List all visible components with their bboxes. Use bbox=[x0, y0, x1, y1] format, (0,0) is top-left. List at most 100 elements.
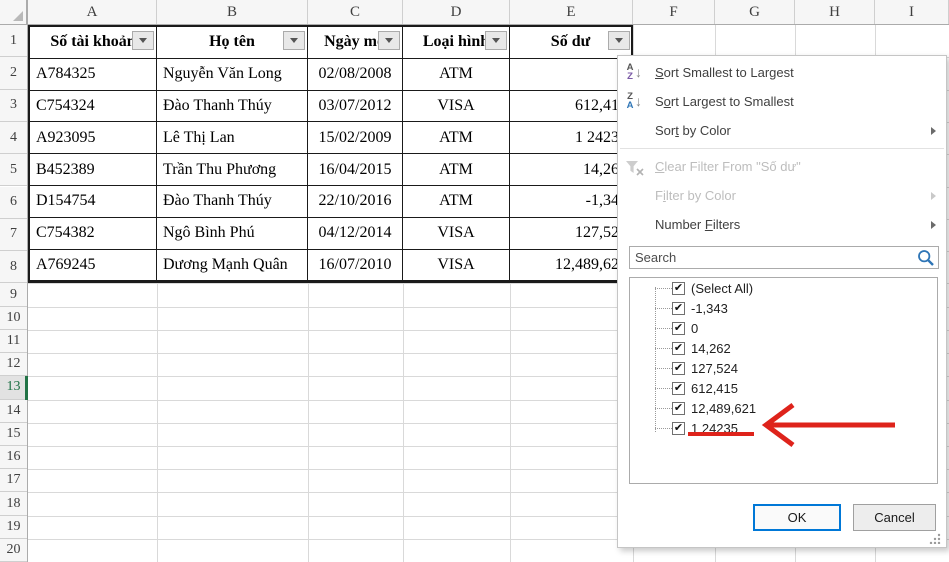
column-header-C[interactable]: C bbox=[308, 0, 403, 24]
table-cell[interactable]: Lê Thị Lan bbox=[157, 122, 308, 154]
no bbox=[625, 186, 649, 205]
table-cell[interactable]: 15/02/2009 bbox=[308, 122, 403, 154]
row-header-1[interactable]: 1 bbox=[0, 25, 27, 57]
row-header-8[interactable]: 8 bbox=[0, 251, 27, 283]
table-cell[interactable]: 03/07/2012 bbox=[308, 91, 403, 123]
table-cell[interactable]: 04/12/2014 bbox=[308, 218, 403, 250]
column-header-A[interactable]: A bbox=[28, 0, 157, 24]
spreadsheet-window: ABCDEFGHI 123456789101112131415161718192… bbox=[0, 0, 949, 562]
table-cell[interactable]: 22/10/2016 bbox=[308, 186, 403, 218]
filter-value-checkbox[interactable] bbox=[672, 322, 685, 335]
filter-value-checkbox[interactable] bbox=[672, 342, 685, 355]
menu-item-sort-by-color[interactable]: Sort by Color bbox=[618, 116, 946, 145]
table-cell[interactable]: ATM bbox=[403, 186, 510, 218]
row-header-13[interactable]: 13 bbox=[0, 376, 27, 399]
row-header-19[interactable]: 19 bbox=[0, 516, 27, 539]
filter-value-item[interactable]: -1,343 bbox=[630, 298, 937, 318]
filter-value-item[interactable]: 14,262 bbox=[630, 338, 937, 358]
table-cell[interactable]: Dương Mạnh Quân bbox=[157, 250, 308, 282]
table-cell[interactable]: VISA bbox=[403, 91, 510, 123]
table-cell[interactable]: ATM bbox=[403, 59, 510, 91]
table-cell[interactable]: 1 24235 bbox=[510, 122, 631, 154]
table-cell[interactable]: A784325 bbox=[30, 59, 157, 91]
table-cell[interactable]: D154754 bbox=[30, 186, 157, 218]
filter-value-item[interactable]: (Select All) bbox=[630, 278, 937, 298]
table-cell[interactable]: 16/04/2015 bbox=[308, 154, 403, 186]
table-cell[interactable]: 14,262 bbox=[510, 154, 631, 186]
filter-value-item[interactable]: 0 bbox=[630, 318, 937, 338]
column-header-E[interactable]: E bbox=[510, 0, 633, 24]
table-cell[interactable]: -1,343 bbox=[510, 186, 631, 218]
menu-item-label: Sort by Color bbox=[655, 123, 731, 138]
table-cell[interactable]: 612,415 bbox=[510, 91, 631, 123]
table-cell[interactable]: ATM bbox=[403, 122, 510, 154]
table-cell[interactable]: VISA bbox=[403, 218, 510, 250]
table-cell[interactable]: 02/08/2008 bbox=[308, 59, 403, 91]
search-box bbox=[629, 246, 939, 269]
filter-value-item[interactable]: 127,524 bbox=[630, 358, 937, 378]
search-icon[interactable] bbox=[917, 249, 935, 267]
row-header-6[interactable]: 6 bbox=[0, 187, 27, 219]
menu-item-sort-smallest-to-largest[interactable]: AZ↓Sort Smallest to Largest bbox=[618, 58, 946, 87]
row-header-11[interactable]: 11 bbox=[0, 330, 27, 353]
row-header-7[interactable]: 7 bbox=[0, 219, 27, 251]
table-cell[interactable]: 127,524 bbox=[510, 218, 631, 250]
row-header-9[interactable]: 9 bbox=[0, 283, 27, 306]
column-header-G[interactable]: G bbox=[715, 0, 795, 24]
resize-grip[interactable] bbox=[928, 533, 942, 544]
column-header-F[interactable]: F bbox=[633, 0, 715, 24]
menu-item-filter-by-color: Filter by Color bbox=[618, 181, 946, 210]
filter-value-checkbox[interactable] bbox=[672, 382, 685, 395]
row-header-10[interactable]: 10 bbox=[0, 307, 27, 330]
table-cell[interactable]: B452389 bbox=[30, 154, 157, 186]
filter-value-item[interactable]: 612,415 bbox=[630, 378, 937, 398]
row-header-5[interactable]: 5 bbox=[0, 154, 27, 186]
table-cell[interactable]: A923095 bbox=[30, 122, 157, 154]
select-all-corner-button[interactable] bbox=[0, 0, 27, 24]
row-header-18[interactable]: 18 bbox=[0, 492, 27, 515]
ok-button[interactable]: OK bbox=[753, 504, 841, 531]
filter-value-checkbox[interactable] bbox=[672, 362, 685, 375]
row-header-4[interactable]: 4 bbox=[0, 122, 27, 154]
table-cell[interactable]: 12,489,621 bbox=[510, 250, 631, 282]
cancel-button[interactable]: Cancel bbox=[853, 504, 936, 531]
table-cell[interactable]: 0 bbox=[510, 59, 631, 91]
row-header-16[interactable]: 16 bbox=[0, 446, 27, 469]
filter-value-checkbox[interactable] bbox=[672, 422, 685, 435]
search-input[interactable] bbox=[630, 247, 919, 268]
filter-value-checkbox[interactable] bbox=[672, 302, 685, 315]
table-cell[interactable]: Đào Thanh Thúy bbox=[157, 91, 308, 123]
column-header-H[interactable]: H bbox=[795, 0, 875, 24]
filter-dropdown-button-col-5[interactable] bbox=[608, 31, 630, 50]
row-header-17[interactable]: 17 bbox=[0, 469, 27, 492]
row-header-3[interactable]: 3 bbox=[0, 90, 27, 122]
column-header-I[interactable]: I bbox=[875, 0, 949, 24]
filter-value-checkbox[interactable] bbox=[672, 282, 685, 295]
row-header-20[interactable]: 20 bbox=[0, 539, 27, 562]
column-header-B[interactable]: B bbox=[157, 0, 308, 24]
menu-item-number-filters[interactable]: Number Filters bbox=[618, 210, 946, 239]
table-cell[interactable]: Ngô Bình Phú bbox=[157, 218, 308, 250]
row-header-12[interactable]: 12 bbox=[0, 353, 27, 376]
table-cell[interactable]: ATM bbox=[403, 154, 510, 186]
table-cell[interactable]: Nguyễn Văn Long bbox=[157, 59, 308, 91]
tree-stub-line bbox=[655, 288, 672, 289]
filter-dropdown-button-col-2[interactable] bbox=[283, 31, 305, 50]
table-cell[interactable]: A769245 bbox=[30, 250, 157, 282]
filter-value-checkbox[interactable] bbox=[672, 402, 685, 415]
table-cell[interactable]: 16/07/2010 bbox=[308, 250, 403, 282]
row-header-15[interactable]: 15 bbox=[0, 423, 27, 446]
table-cell[interactable]: Trần Thu Phương bbox=[157, 154, 308, 186]
table-cell[interactable]: Đào Thanh Thúy bbox=[157, 186, 308, 218]
filter-dropdown-button-col-4[interactable] bbox=[485, 31, 507, 50]
menu-item-sort-largest-to-smallest[interactable]: ZA↓Sort Largest to Smallest bbox=[618, 87, 946, 116]
filter-dropdown-button-col-3[interactable] bbox=[378, 31, 400, 50]
row-header-2[interactable]: 2 bbox=[0, 57, 27, 89]
table-cell[interactable]: C754324 bbox=[30, 91, 157, 123]
table-cell[interactable]: C754382 bbox=[30, 218, 157, 250]
table-cell[interactable]: VISA bbox=[403, 250, 510, 282]
column-header-D[interactable]: D bbox=[403, 0, 510, 24]
row-header-14[interactable]: 14 bbox=[0, 400, 27, 423]
menu-separator bbox=[620, 148, 944, 149]
filter-dropdown-button-col-1[interactable] bbox=[132, 31, 154, 50]
